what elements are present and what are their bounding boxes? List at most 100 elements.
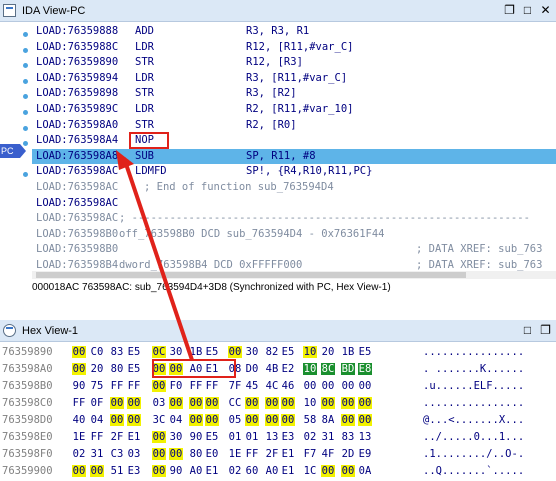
hex-byte[interactable]: A0 xyxy=(189,465,203,477)
hex-ascii[interactable]: .u......ELF..... xyxy=(423,380,524,392)
hex-byte[interactable]: E5 xyxy=(205,346,219,358)
hex-byte[interactable]: 31 xyxy=(90,448,104,460)
disasm-line[interactable]: LOAD:763598AC; -------------------------… xyxy=(32,211,556,227)
close-icon[interactable]: ✕ xyxy=(538,3,553,18)
hex-byte[interactable]: 00 xyxy=(341,397,355,409)
hex-byte[interactable]: 0F xyxy=(90,397,104,409)
hex-byte[interactable]: 46 xyxy=(281,380,295,392)
hex-byte[interactable]: 00 xyxy=(358,414,372,426)
hex-byte[interactable]: 00 xyxy=(110,414,124,426)
breakpoint-dot-icon[interactable] xyxy=(23,32,28,37)
hex-byte[interactable]: 00 xyxy=(321,380,335,392)
disasm-line[interactable]: LOAD:763598B0 ; DATA XREF: sub_763 xyxy=(32,242,556,258)
hex-byte[interactable]: E1 xyxy=(205,465,219,477)
line-address[interactable]: LOAD:7635989C xyxy=(36,103,118,115)
line-operands[interactable]: R3, [R2] xyxy=(246,87,297,99)
line-address[interactable]: LOAD:763598AC xyxy=(36,212,118,224)
hex-byte[interactable]: 03 xyxy=(152,397,166,409)
hex-byte[interactable]: 02 xyxy=(72,448,86,460)
line-instruction[interactable]: ADD xyxy=(135,25,154,37)
line-instruction[interactable]: dword_763598B4 DCD 0xFFFFF000 xyxy=(119,259,302,271)
line-address[interactable]: LOAD:763598A4 xyxy=(36,134,118,146)
hex-byte[interactable]: 2F xyxy=(110,431,124,443)
line-address[interactable]: LOAD:76359888 xyxy=(36,25,118,37)
scrollbar-thumb[interactable] xyxy=(36,272,466,278)
hex-row[interactable]: 763598B0 90 75 FF FF 00 F0 FF FF 7F 45 4C 46 00 00 00 00… xyxy=(0,378,556,394)
hex-byte[interactable]: 02 xyxy=(303,431,317,443)
hex-byte[interactable]: E2 xyxy=(281,363,295,375)
hex-byte[interactable]: 1B xyxy=(189,346,203,358)
line-address[interactable]: LOAD:763598A0 xyxy=(36,119,118,131)
hex-byte[interactable]: 01 xyxy=(245,431,259,443)
hex-byte[interactable]: D0 xyxy=(245,363,259,375)
hex-byte[interactable]: 00 xyxy=(341,465,355,477)
hex-byte[interactable]: F7 xyxy=(303,448,317,460)
hex-byte[interactable]: 4F xyxy=(321,448,335,460)
hex-byte[interactable]: 0C xyxy=(152,346,166,358)
hex-byte[interactable]: F0 xyxy=(169,380,183,392)
hex-row[interactable]: 763598D0 40 04 00 00 3C 04 00 00 05 00 00 00 58 8A 00 00… xyxy=(0,412,556,428)
hex-byte[interactable]: 05 xyxy=(228,414,242,426)
hex-byte[interactable]: 90 xyxy=(189,431,203,443)
hex-byte[interactable]: 90 xyxy=(169,465,183,477)
hex-byte[interactable]: E3 xyxy=(127,465,141,477)
hex-byte[interactable]: A0 xyxy=(265,465,279,477)
hex-byte[interactable]: 60 xyxy=(245,465,259,477)
hex-row[interactable]: 76359900 00 00 51 E3 00 90 A0 E1 02 60 A0 E1 1C 00 00 0A… xyxy=(0,463,556,479)
line-instruction[interactable]: off_763598B0 DCD sub_763594D4 - 0x76361F… xyxy=(119,228,385,240)
hex-byte[interactable]: 82 xyxy=(265,346,279,358)
hex-row[interactable]: 76359890 00 C0 83 E5 0C 30 1B E5 00 30 82 E5 10 20 1B E5… xyxy=(0,344,556,360)
breakpoint-dot-icon[interactable] xyxy=(23,63,28,68)
hex-byte[interactable]: 00 xyxy=(189,397,203,409)
hex-byte[interactable]: 00 xyxy=(205,414,219,426)
line-operands[interactable]: R3, [R11,#var_C] xyxy=(246,72,347,84)
hex-byte[interactable]: 20 xyxy=(321,346,335,358)
disasm-line[interactable]: LOAD:763598B0 off_763598B0 DCD sub_763594… xyxy=(32,227,556,243)
hex-byte[interactable]: 13 xyxy=(358,431,372,443)
line-address[interactable]: LOAD:763598A8 xyxy=(36,150,118,162)
hex-byte[interactable]: 00 xyxy=(265,414,279,426)
hex-byte[interactable]: 00 xyxy=(127,414,141,426)
hex-byte[interactable]: E9 xyxy=(358,448,372,460)
hex-byte[interactable]: 80 xyxy=(110,363,124,375)
disasm-line[interactable]: LOAD:763598AC xyxy=(32,196,556,212)
breakpoint-dot-icon[interactable] xyxy=(23,172,28,177)
breakpoint-dot-icon[interactable] xyxy=(23,48,28,53)
hex-byte[interactable]: E5 xyxy=(205,431,219,443)
hex-byte[interactable]: 03 xyxy=(127,448,141,460)
hex-byte[interactable]: FF xyxy=(110,380,124,392)
hex-byte[interactable]: FF xyxy=(205,380,219,392)
line-address[interactable]: LOAD:76359898 xyxy=(36,87,118,99)
float-icon[interactable]: □ xyxy=(520,3,535,18)
hex-byte[interactable]: 00 xyxy=(152,465,166,477)
hex-byte[interactable]: FF xyxy=(245,448,259,460)
hex-byte[interactable]: 10 xyxy=(303,397,317,409)
hex-byte[interactable]: 8C xyxy=(321,363,335,375)
hex-byte[interactable]: 00 xyxy=(189,414,203,426)
hex-byte[interactable]: E1 xyxy=(281,465,295,477)
hex-byte[interactable]: FF xyxy=(127,380,141,392)
hex-dump[interactable]: 76359890 00 C0 83 E5 0C 30 1B E5 00 30 82 E5 10 20 1B E5… xyxy=(0,343,556,481)
line-instruction[interactable]: STR xyxy=(135,56,154,68)
line-operands[interactable]: R3, R3, R1 xyxy=(246,25,309,37)
hex-byte[interactable]: 00 xyxy=(321,465,335,477)
hex-byte[interactable]: 13 xyxy=(265,431,279,443)
disasm-line[interactable]: LOAD:76359890 STR R12, [R3] xyxy=(32,55,556,71)
line-instruction[interactable]: ; End of function sub_763594D4 xyxy=(144,181,334,193)
hex-byte[interactable]: 00 xyxy=(358,380,372,392)
hex-byte[interactable]: 45 xyxy=(245,380,259,392)
hex-ascii[interactable]: ..Q.......`..... xyxy=(423,465,524,477)
hex-row[interactable]: 763598E0 1E FF 2F E1 00 30 90 E5 01 01 13 E3 02 31 83 13… xyxy=(0,429,556,445)
hex-byte[interactable]: 90 xyxy=(72,380,86,392)
hex-byte[interactable]: 1C xyxy=(303,465,317,477)
hex-byte[interactable]: CC xyxy=(228,397,242,409)
hex-row[interactable]: 763598A0 00 20 80 E5 00 00 A0 E1 08 D0 4B E2 10 8C BD E8… xyxy=(0,361,556,377)
hex-byte[interactable]: 00 xyxy=(90,465,104,477)
hex-byte[interactable]: 4B xyxy=(265,363,279,375)
hex-byte[interactable]: 1E xyxy=(72,431,86,443)
line-operands[interactable]: R12, [R11,#var_C] xyxy=(246,41,353,53)
hex-byte[interactable]: 00 xyxy=(127,397,141,409)
hex-byte[interactable]: E1 xyxy=(281,448,295,460)
line-address[interactable]: LOAD:7635988C xyxy=(36,41,118,53)
hex-byte[interactable]: E5 xyxy=(127,346,141,358)
